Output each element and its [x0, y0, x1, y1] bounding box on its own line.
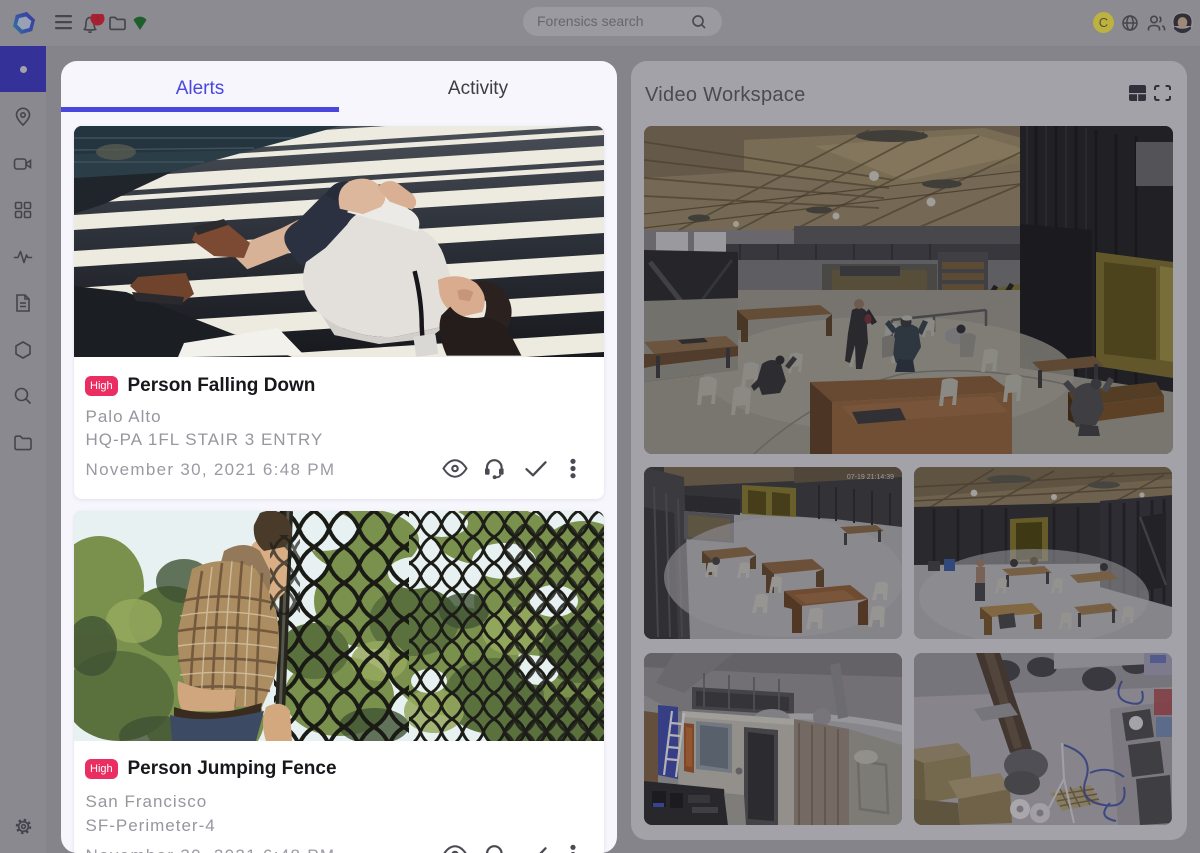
svg-text:07-19 21:14:39: 07-19 21:14:39 — [847, 474, 894, 481]
svg-text:4: 4 — [95, 14, 100, 24]
